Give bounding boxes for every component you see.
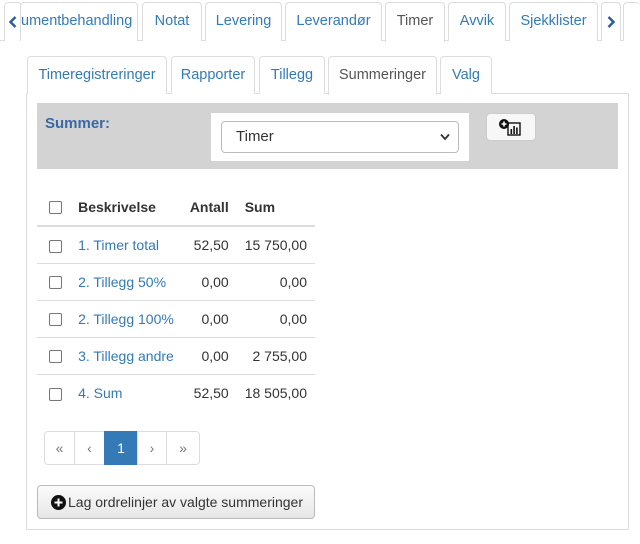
create-order-lines-button[interactable]: Lag ordrelinjer av valgte summeringer: [37, 485, 315, 519]
table-header-row: Beskrivelse Antall Sum: [37, 188, 315, 227]
row-checkbox[interactable]: [49, 239, 63, 253]
chevron-left-icon: [9, 16, 17, 28]
select-all-cell: [37, 188, 71, 227]
tab-summeringer[interactable]: Summeringer: [328, 56, 437, 95]
tabs-dropdown-partial[interactable]: [623, 2, 640, 41]
tabs-scroll-right-arrow[interactable]: [601, 2, 621, 41]
row-description-link[interactable]: 1. Timer total: [78, 237, 159, 253]
row-description-link[interactable]: 2. Tillegg 50%: [78, 274, 166, 290]
pagination-page-current[interactable]: 1: [104, 431, 138, 465]
table-row: 1. Timer total 52,50 15 750,00: [37, 226, 315, 264]
row-sum: 2 755,00: [236, 337, 315, 375]
column-header-sum: Sum: [236, 188, 315, 227]
summer-select-wrapper: Timer: [211, 113, 469, 161]
add-chart-icon: [499, 119, 521, 136]
pagination-prev[interactable]: ‹: [74, 431, 105, 465]
pagination-first[interactable]: «: [44, 431, 75, 465]
row-sum: 18 505,00: [244, 384, 307, 401]
pagination-next[interactable]: ›: [137, 431, 167, 465]
summer-select-value: Timer: [236, 128, 274, 145]
plus-circle-icon: [51, 494, 66, 510]
create-order-lines-label: Lag ordrelinjer av valgte summeringer: [68, 494, 303, 510]
summary-table: Beskrivelse Antall Sum 1. Timer total 52…: [37, 188, 315, 411]
column-header-count: Antall: [181, 188, 237, 227]
add-report-button[interactable]: [486, 113, 536, 141]
summer-filter-bar: Summer: Timer: [37, 103, 618, 169]
pagination-last[interactable]: »: [166, 431, 200, 465]
row-count: 52,50: [181, 226, 237, 264]
row-description-link[interactable]: 3. Tillegg andre: [78, 348, 174, 364]
row-count: 0,00: [181, 263, 237, 301]
row-sum: 0,00: [236, 263, 315, 301]
tab-tillegg[interactable]: Tillegg: [259, 56, 325, 94]
row-description-link[interactable]: 4. Sum: [78, 385, 122, 401]
row-checkbox[interactable]: [49, 350, 63, 364]
row-count: 0,00: [181, 337, 237, 375]
table-row: 2. Tillegg 100% 0,00 0,00: [37, 300, 315, 338]
column-header-description: Beskrivelse: [70, 188, 182, 227]
tab-dokumentbehandling[interactable]: umentbehandling: [20, 2, 138, 41]
inner-tab-bar: Timeregistreringer Rapporter Tillegg Sum…: [26, 56, 629, 95]
table-row: 3. Tillegg andre 0,00 2 755,00: [37, 337, 315, 375]
row-count: 52,50: [193, 384, 229, 401]
top-tab-bar: umentbehandling Notat Levering Leverandø…: [0, 0, 640, 42]
table-row: 4. Sum 52,50 18 505,00: [37, 374, 315, 411]
summer-label: Summer:: [45, 115, 111, 132]
tab-avvik[interactable]: Avvik: [448, 2, 506, 41]
table-row: 2. Tillegg 50% 0,00 0,00: [37, 263, 315, 301]
row-sum: 15 750,00: [236, 226, 315, 264]
tab-timer[interactable]: Timer: [385, 2, 445, 42]
summer-select[interactable]: Timer: [221, 121, 459, 153]
select-all-checkbox[interactable]: [49, 201, 63, 215]
tab-rapporter[interactable]: Rapporter: [171, 56, 255, 94]
tab-valg[interactable]: Valg: [440, 56, 492, 94]
tab-leverandor[interactable]: Leverandør: [285, 2, 382, 41]
tab-sjekklister[interactable]: Sjekklister: [509, 2, 598, 41]
tab-levering[interactable]: Levering: [205, 2, 282, 41]
row-checkbox[interactable]: [49, 313, 63, 327]
row-sum: 0,00: [236, 300, 315, 338]
tab-timeregistreringer[interactable]: Timeregistreringer: [27, 56, 167, 94]
row-checkbox[interactable]: [49, 387, 63, 401]
pagination: « ‹ 1 › »: [44, 431, 200, 465]
row-checkbox[interactable]: [49, 276, 63, 290]
row-count: 0,00: [181, 300, 237, 338]
chevron-right-icon: [607, 16, 615, 28]
tab-notat[interactable]: Notat: [142, 2, 202, 41]
row-description-link[interactable]: 2. Tillegg 100%: [78, 311, 174, 327]
chevron-down-icon: [440, 133, 450, 141]
